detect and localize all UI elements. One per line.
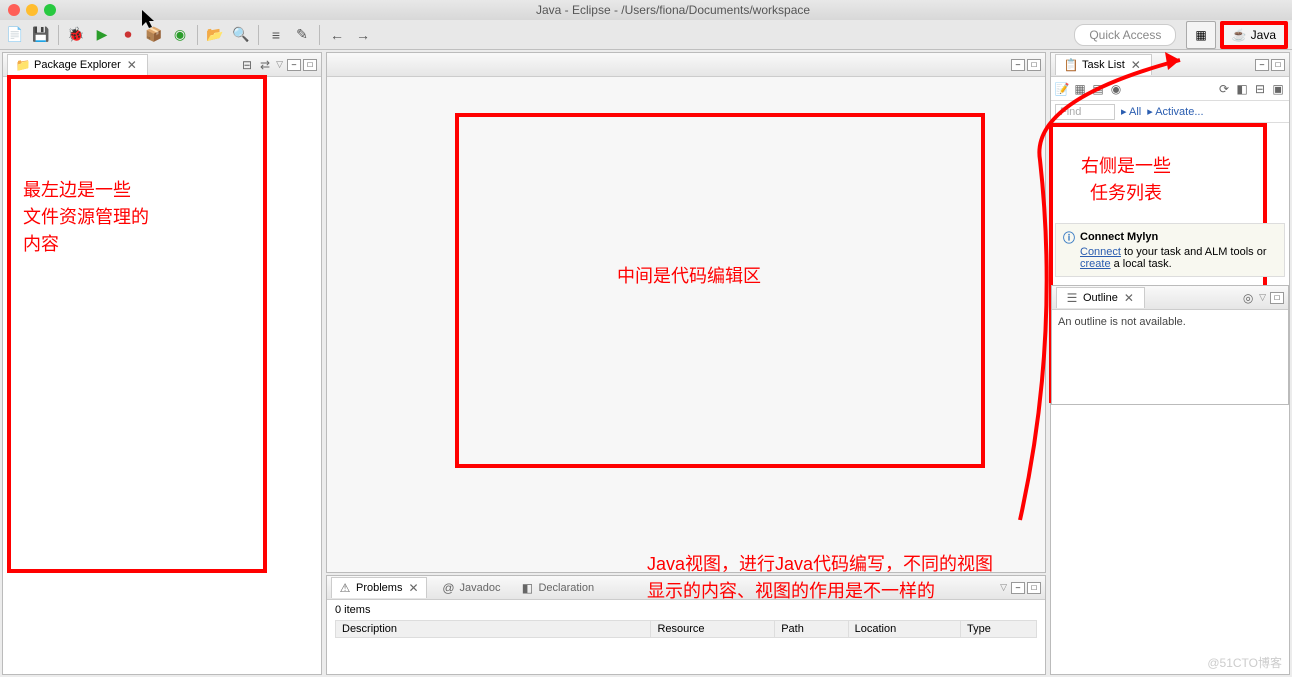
- task-list-tab[interactable]: 📋 Task List ✕: [1055, 54, 1152, 75]
- declaration-icon: ◧: [520, 581, 534, 595]
- col-type[interactable]: Type: [961, 621, 1037, 638]
- task-list-view: 📋 Task List ✕ – □ 📝 ▦ ▤ ◉ ⟳ ◧: [1050, 52, 1290, 675]
- minimize-editor-button[interactable]: –: [1011, 59, 1025, 71]
- outline-view: ☰ Outline ✕ ◎ ▽ □ An outline is not avai…: [1051, 285, 1289, 405]
- watermark: @51CTO博客: [1207, 654, 1282, 671]
- maximize-view-button[interactable]: □: [1027, 582, 1041, 594]
- maximize-view-button[interactable]: □: [1271, 59, 1285, 71]
- close-window-icon[interactable]: [8, 4, 20, 16]
- connect-mylyn-panel: ⓘConnect Mylyn Connect to your task and …: [1055, 223, 1285, 277]
- maximize-editor-button[interactable]: □: [1027, 59, 1041, 71]
- view-menu-icon[interactable]: ▽: [276, 59, 283, 70]
- new-task-icon[interactable]: 📝: [1055, 82, 1069, 96]
- editor-area[interactable]: – □ 中间是代码编辑区 Java视图，进行Java代码编写，不同的视图 显示的…: [326, 52, 1046, 573]
- package-explorer-tab[interactable]: 📁 Package Explorer ✕: [7, 54, 148, 75]
- problems-tab[interactable]: ⚠ Problems ✕: [331, 577, 427, 598]
- problems-table[interactable]: Description Resource Path Location Type: [335, 620, 1037, 638]
- view-menu-icon[interactable]: ▽: [1000, 582, 1007, 593]
- problems-view: ⚠ Problems ✕ @ Javadoc ◧ Declaration ▽ –: [326, 575, 1046, 675]
- close-icon[interactable]: ✕: [406, 581, 420, 595]
- show-ui-icon[interactable]: ▣: [1271, 82, 1285, 96]
- maximize-view-button[interactable]: □: [1270, 292, 1284, 304]
- outline-tab[interactable]: ☰ Outline ✕: [1056, 287, 1145, 308]
- connect-link[interactable]: Connect: [1080, 246, 1121, 258]
- minimize-view-button[interactable]: –: [287, 59, 301, 71]
- stop-button[interactable]: ⏺: [117, 24, 139, 46]
- close-icon[interactable]: ✕: [1122, 291, 1136, 305]
- minimize-window-icon[interactable]: [26, 4, 38, 16]
- link-editor-icon[interactable]: ⇄: [258, 58, 272, 72]
- declaration-tab[interactable]: ◧ Declaration: [514, 578, 600, 598]
- schedule-icon[interactable]: ▤: [1091, 82, 1105, 96]
- package-explorer-view: 📁 Package Explorer ✕ ⊟ ⇄ ▽ – □ 最左边是一些 文件…: [2, 52, 322, 675]
- save-button[interactable]: 💾: [30, 24, 52, 46]
- new-class-button[interactable]: ◉: [169, 24, 191, 46]
- java-perspective-icon: ☕: [1232, 28, 1247, 42]
- javadoc-icon: @: [441, 581, 455, 595]
- task-all-link[interactable]: All: [1129, 106, 1141, 118]
- quick-access[interactable]: Quick Access: [1074, 24, 1176, 46]
- annotation-center: 中间是代码编辑区: [617, 263, 761, 290]
- open-perspective-button[interactable]: ▦: [1186, 21, 1215, 49]
- synchronize-icon[interactable]: ⟳: [1217, 82, 1231, 96]
- task-activate-link[interactable]: Activate...: [1155, 106, 1203, 118]
- problems-count: 0 items: [335, 604, 1037, 616]
- col-description[interactable]: Description: [336, 621, 651, 638]
- open-type-button[interactable]: 📂: [204, 24, 226, 46]
- javadoc-tab[interactable]: @ Javadoc: [435, 578, 506, 598]
- back-button[interactable]: ←: [326, 24, 348, 46]
- problems-icon: ⚠: [338, 581, 352, 595]
- close-icon[interactable]: ✕: [1129, 58, 1143, 72]
- outline-icon: ☰: [1065, 291, 1079, 305]
- annotation-right: 右侧是一些 任务列表: [1081, 153, 1171, 207]
- col-location[interactable]: Location: [848, 621, 960, 638]
- forward-button[interactable]: →: [352, 24, 374, 46]
- run-button[interactable]: ▶: [91, 24, 113, 46]
- close-icon[interactable]: ✕: [125, 58, 139, 72]
- mark-button[interactable]: ✎: [291, 24, 313, 46]
- annotation-left: 最左边是一些 文件资源管理的 内容: [23, 177, 149, 258]
- focus-icon[interactable]: ◉: [1109, 82, 1123, 96]
- col-resource[interactable]: Resource: [651, 621, 775, 638]
- minimize-view-button[interactable]: –: [1255, 59, 1269, 71]
- info-icon: ⓘ: [1062, 230, 1076, 244]
- outline-empty-text: An outline is not available.: [1052, 310, 1288, 334]
- task-find-input[interactable]: Find: [1055, 104, 1115, 120]
- search-button[interactable]: 🔍: [230, 24, 252, 46]
- java-perspective-button[interactable]: ☕ Java: [1220, 21, 1288, 49]
- categorize-icon[interactable]: ▦: [1073, 82, 1087, 96]
- package-explorer-icon: 📁: [16, 58, 30, 72]
- create-link[interactable]: create: [1080, 258, 1111, 270]
- focus-icon[interactable]: ◎: [1241, 291, 1255, 305]
- minimize-view-button[interactable]: –: [1011, 582, 1025, 594]
- perspective-icon: ▦: [1195, 28, 1206, 42]
- new-package-button[interactable]: 📦: [143, 24, 165, 46]
- collapse-icon[interactable]: ⊟: [1253, 82, 1267, 96]
- col-path[interactable]: Path: [775, 621, 848, 638]
- view-menu-icon[interactable]: ▽: [1259, 292, 1266, 303]
- new-button[interactable]: 📄: [4, 24, 26, 46]
- collapse-all-icon[interactable]: ⊟: [240, 58, 254, 72]
- maximize-view-button[interactable]: □: [303, 59, 317, 71]
- hide-icon[interactable]: ◧: [1235, 82, 1249, 96]
- toggle-breadcrumb-button[interactable]: ≡: [265, 24, 287, 46]
- window-title: Java - Eclipse - /Users/fiona/Documents/…: [62, 3, 1284, 17]
- main-toolbar: 📄 💾 🐞 ▶ ⏺ 📦 ◉ 📂 🔍 ≡ ✎ ← → Quick Access ▦…: [0, 20, 1292, 50]
- debug-button[interactable]: 🐞: [65, 24, 87, 46]
- task-list-icon: 📋: [1064, 58, 1078, 72]
- window-titlebar: Java - Eclipse - /Users/fiona/Documents/…: [0, 0, 1292, 20]
- zoom-window-icon[interactable]: [44, 4, 56, 16]
